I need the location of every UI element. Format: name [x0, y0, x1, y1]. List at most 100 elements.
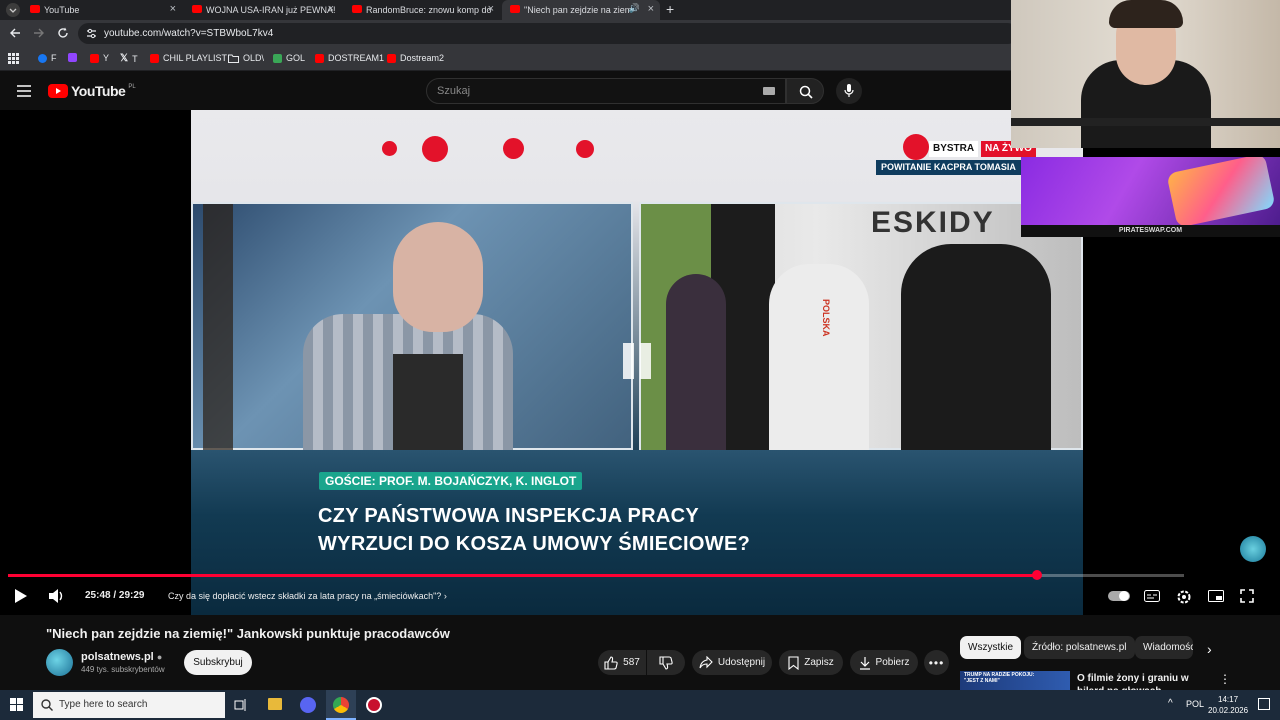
bookmark-label: Y: [103, 53, 110, 63]
miniplayer-button[interactable]: [1208, 590, 1224, 602]
logo-text: YouTube: [71, 83, 126, 99]
video-frame[interactable]: BYSTRA NA ŻYWO POWITANIE KACPRA TOMASIA …: [191, 110, 1083, 615]
file-explorer-icon[interactable]: [268, 698, 282, 710]
youtube-play-logo-icon: [48, 84, 68, 98]
new-tab-button[interactable]: +: [666, 1, 674, 17]
subtitles-button[interactable]: [1144, 590, 1160, 602]
browser-tab-active[interactable]: "Niech pan zejdzie na ziemi 🔊 ×: [502, 0, 660, 20]
search-button[interactable]: [786, 78, 824, 104]
bookmark-dostream1[interactable]: DOSTREAM1: [315, 53, 384, 63]
more-actions-button[interactable]: •••: [924, 650, 949, 675]
discord-icon[interactable]: [300, 697, 316, 713]
task-view-button[interactable]: [234, 698, 248, 712]
bookmark-label: GOL: [286, 53, 306, 63]
menu-button[interactable]: [17, 85, 31, 97]
site-info-icon[interactable]: [86, 28, 97, 39]
next-video-title[interactable]: O filmie żony i graniu w bilard na głowa…: [1077, 672, 1207, 690]
channel-watermark-icon[interactable]: [1240, 536, 1266, 562]
chevron-down-icon: [9, 8, 17, 13]
bookmark-facebook[interactable]: F: [38, 53, 57, 63]
progress-scrubber[interactable]: [1032, 570, 1042, 580]
download-button[interactable]: Pobierz: [850, 650, 918, 675]
bookmark-folder-old[interactable]: OLD\: [228, 53, 264, 63]
volume-button[interactable]: [48, 588, 66, 604]
download-icon: [859, 656, 870, 670]
microphone-icon: [844, 84, 854, 97]
gol-icon: [273, 53, 282, 63]
jacket-text: POLSKA: [821, 299, 831, 337]
chip-all[interactable]: Wszystkie: [960, 636, 1021, 659]
close-tab-icon[interactable]: ×: [488, 3, 494, 15]
tab-search-button[interactable]: [6, 3, 20, 17]
like-button[interactable]: 587: [598, 650, 646, 675]
forward-button[interactable]: [32, 26, 46, 40]
folder-icon: [228, 54, 239, 63]
tray-expand-icon[interactable]: ^: [1168, 698, 1173, 709]
keyboard-icon[interactable]: [763, 87, 775, 95]
share-button[interactable]: Udostępnij: [692, 650, 772, 675]
chrome-icon: [333, 697, 349, 713]
start-button[interactable]: [10, 698, 23, 711]
apps-button[interactable]: [8, 53, 19, 64]
channel-avatar[interactable]: [46, 649, 73, 676]
video-player[interactable]: BYSTRA NA ŻYWO POWITANIE KACPRA TOMASIA …: [0, 0, 1280, 615]
back-button[interactable]: [8, 26, 22, 40]
chip-source[interactable]: Źródło: polsatnews.pl: [1024, 636, 1135, 659]
video-left-studio-frame: [191, 202, 633, 452]
youtube-favicon-icon: [510, 5, 520, 13]
gear-icon: [1177, 590, 1191, 604]
chapter-title: Czy da się dopłacić wstecz składki za la…: [168, 591, 442, 601]
tab-label: RandomBruce: znowu komp do: [366, 5, 492, 15]
chapter-button[interactable]: Czy da się dopłacić wstecz składki za la…: [168, 591, 447, 601]
language-indicator[interactable]: POL: [1186, 699, 1204, 709]
banner-text: ESKIDY: [871, 206, 995, 239]
bookmark-x[interactable]: 𝕏T: [120, 53, 138, 64]
bystra-logo-icon: [903, 134, 929, 160]
taskbar-search-input[interactable]: Type here to search: [33, 692, 225, 718]
subscribe-button[interactable]: Subskrybuj: [184, 650, 252, 675]
autoplay-toggle[interactable]: [1108, 590, 1130, 602]
chip-news[interactable]: Wiadomości: [1135, 636, 1193, 659]
kebab-menu-icon[interactable]: ⋮: [1219, 672, 1231, 686]
channel-name[interactable]: polsatnews.pl ●: [81, 651, 162, 663]
address-bar[interactable]: youtube.com/watch?v=STBWboL7kv4: [78, 23, 1018, 44]
chips-next-arrow-icon[interactable]: ›: [1207, 641, 1212, 657]
current-time: 25:48: [85, 590, 111, 601]
notification-icon[interactable]: [1258, 698, 1270, 710]
next-video-thumbnail[interactable]: TRUMP NA RADZIE POKOJU: "JEST Z NAMI": [960, 671, 1070, 690]
taskbar-clock[interactable]: 14:17 20.02.2026: [1208, 694, 1248, 716]
close-tab-icon[interactable]: ×: [170, 3, 176, 15]
browser-tab-wojna[interactable]: WOJNA USA-IRAN już PEWNA! ×: [184, 0, 340, 20]
audio-playing-icon[interactable]: 🔊: [629, 3, 640, 14]
bookmark-youtube[interactable]: Y: [90, 53, 109, 63]
close-tab-icon[interactable]: ×: [648, 3, 654, 15]
reload-button[interactable]: [56, 26, 70, 40]
bookmark-gol[interactable]: GOL: [273, 53, 305, 63]
voice-search-button[interactable]: [836, 78, 862, 104]
fullscreen-button[interactable]: [1240, 589, 1254, 603]
volume-icon: [49, 589, 63, 603]
search-input[interactable]: Szukaj: [426, 78, 786, 104]
apps-grid-icon: [8, 53, 19, 64]
bookmark-chil-playlist[interactable]: CHIL PLAYLIST: [150, 53, 227, 63]
window-frame-shape: [203, 204, 233, 452]
close-tab-icon[interactable]: ×: [328, 3, 334, 15]
bookmark-twitch[interactable]: [68, 53, 81, 62]
clock-time: 14:17: [1218, 695, 1239, 704]
browser-tab-youtube[interactable]: YouTube ×: [22, 0, 182, 20]
save-button[interactable]: Zapisz: [779, 650, 843, 675]
settings-button[interactable]: [1176, 589, 1192, 605]
video-title: "Niech pan zejdzie na ziemię!" Jankowski…: [46, 626, 450, 641]
overlay-brand: BYSTRA: [929, 141, 979, 157]
play-button[interactable]: [14, 588, 28, 604]
x-logo-icon: 𝕏: [120, 53, 129, 64]
bookmark-dostream2[interactable]: Dostream2: [387, 53, 444, 63]
youtube-logo[interactable]: YouTube PL: [48, 83, 136, 99]
pause-indicator[interactable]: [623, 343, 653, 381]
dislike-button[interactable]: [647, 650, 685, 675]
obs-icon[interactable]: [366, 697, 382, 713]
progress-bar[interactable]: [8, 570, 1184, 580]
overlay-subtitle: POWITANIE KACPRA TOMASIA: [876, 160, 1021, 175]
browser-tab-randombruce[interactable]: RandomBruce: znowu komp do ×: [344, 0, 500, 20]
chrome-taskbar-item[interactable]: [326, 690, 356, 720]
